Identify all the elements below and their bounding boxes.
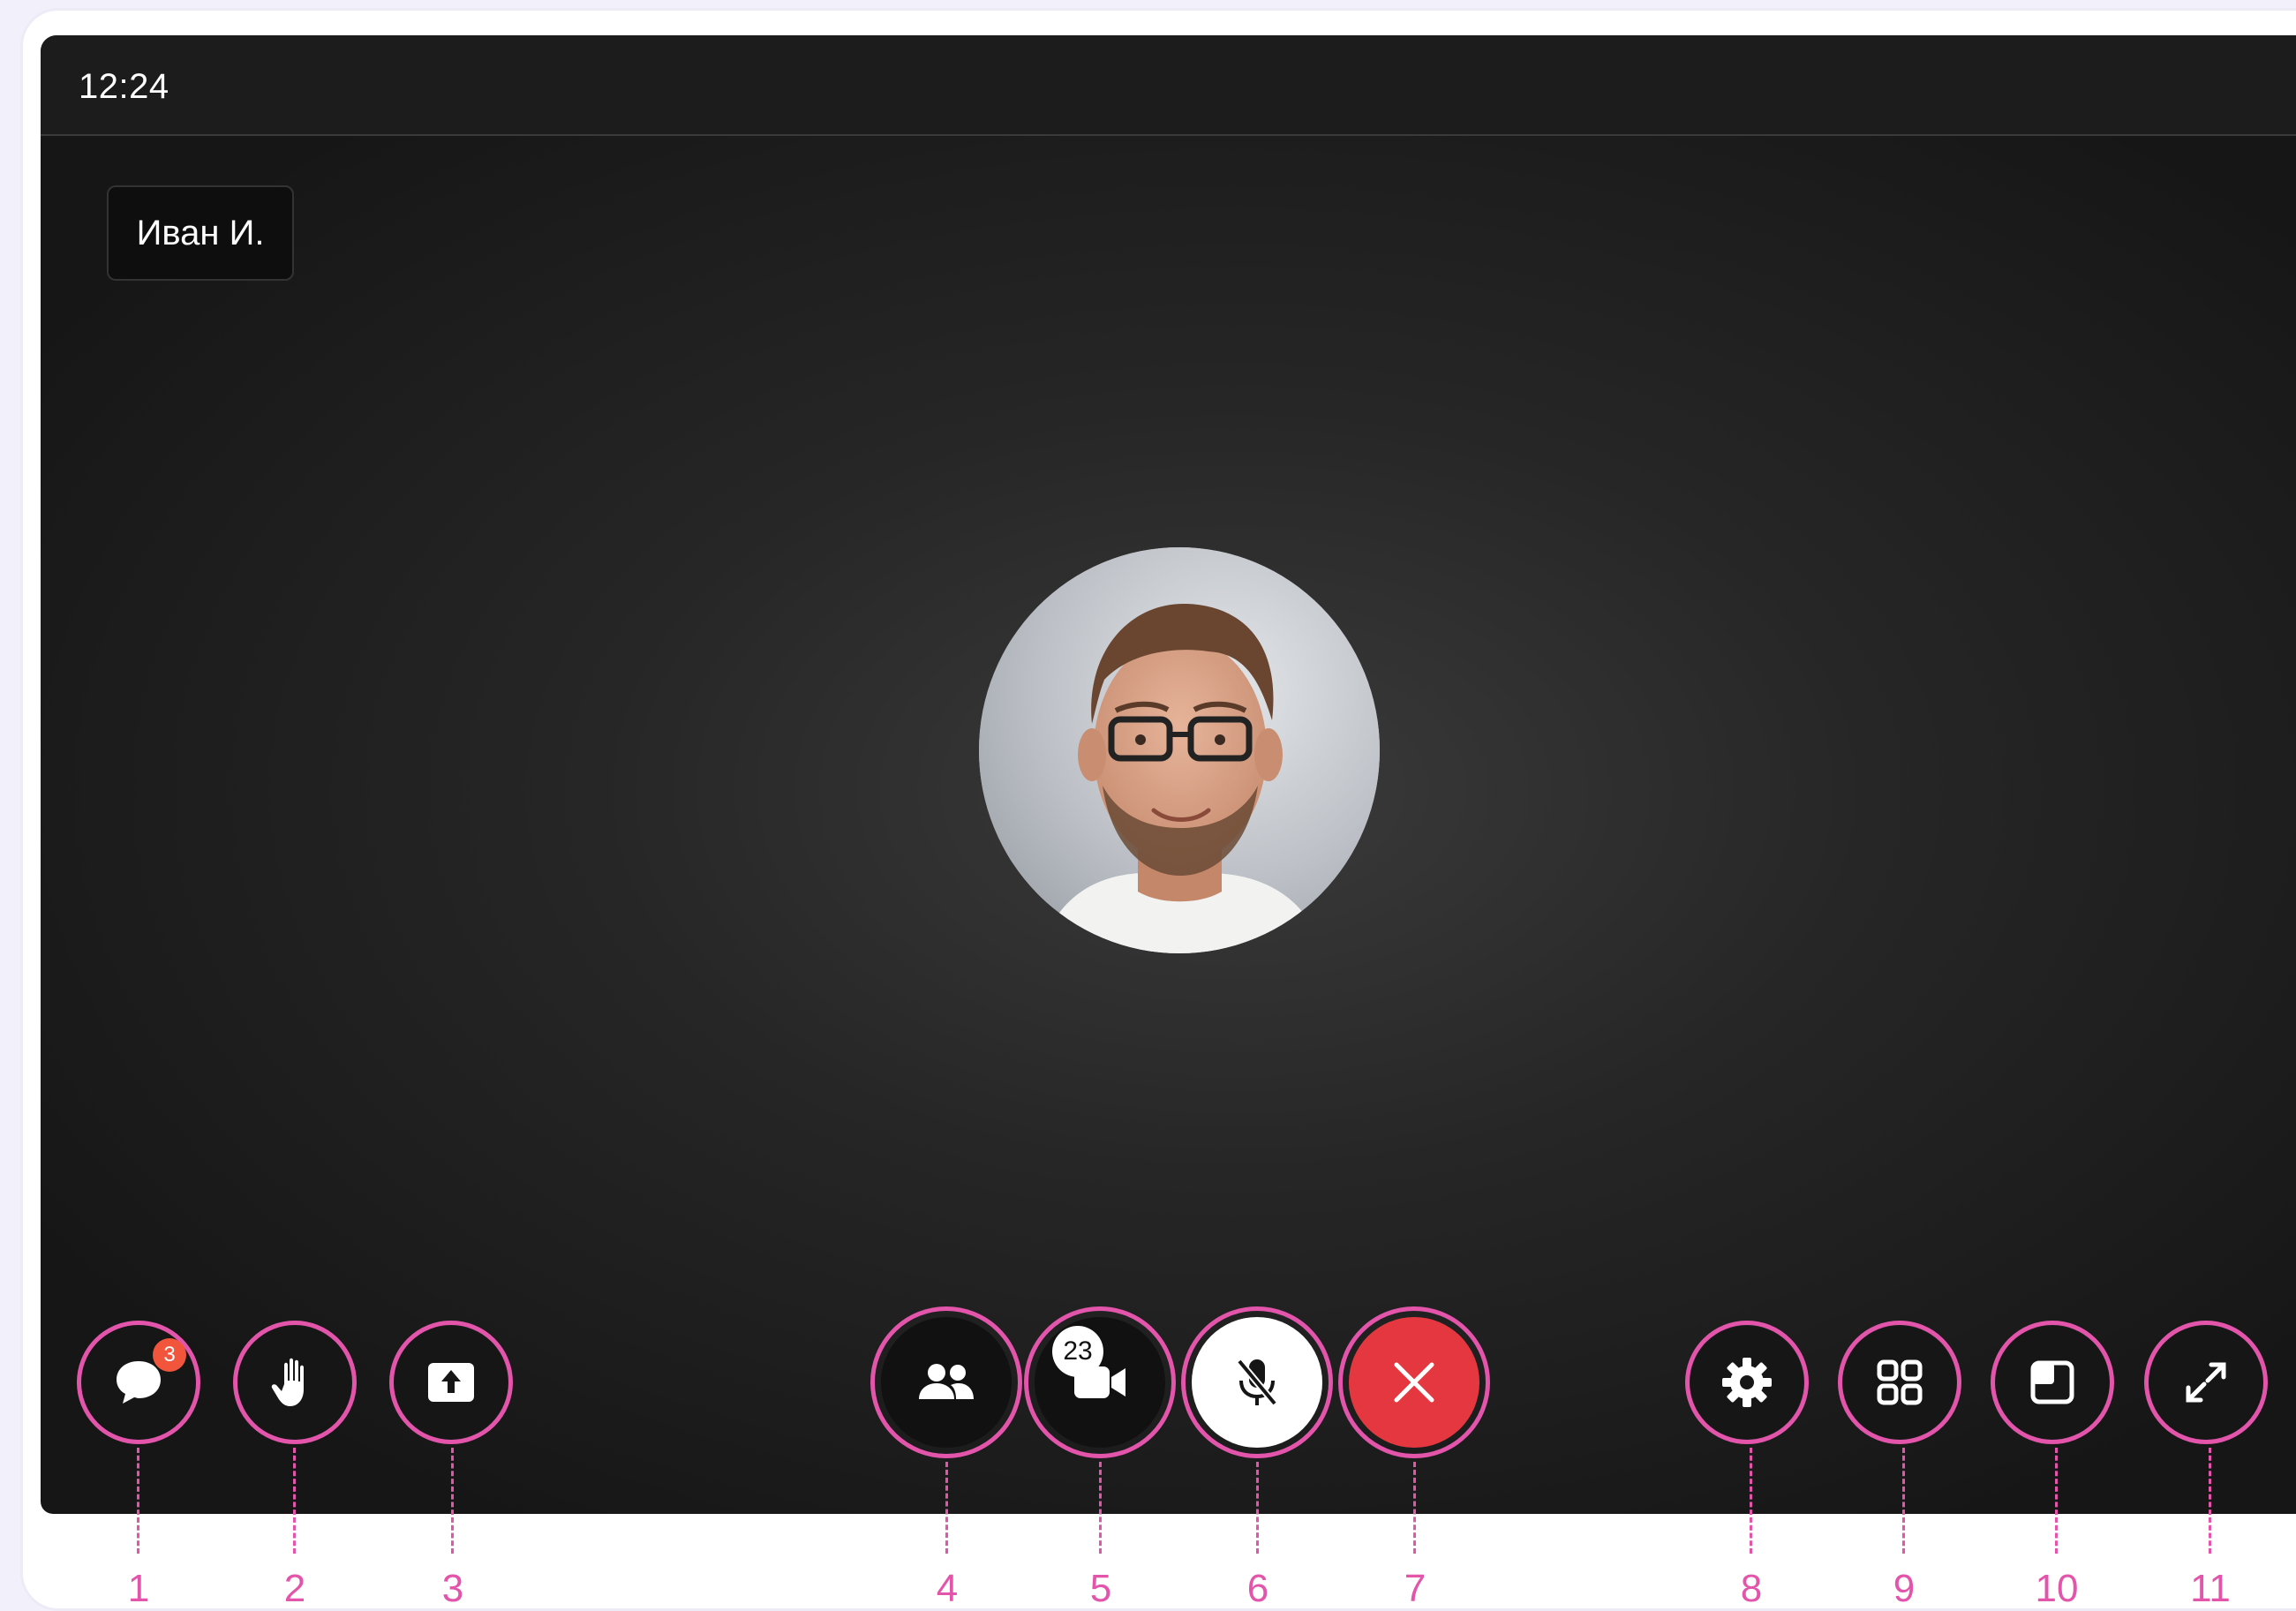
gear-icon: [1722, 1358, 1772, 1407]
hand-icon: [271, 1358, 304, 1406]
chat-unread-badge: 3: [153, 1338, 186, 1372]
callout-leader-9: [1902, 1448, 1905, 1554]
participants-button[interactable]: [881, 1317, 1012, 1448]
video-call-window: 12:24 Иван И. 3 23: [41, 35, 2296, 1514]
callout-leader-8: [1750, 1448, 1752, 1554]
callout-leader-4: [945, 1462, 948, 1554]
layout-grid-button[interactable]: [1843, 1326, 1956, 1439]
callout-number-11: 11: [2190, 1567, 2231, 1610]
end-call-button[interactable]: [1349, 1317, 1479, 1448]
picture-in-picture-button[interactable]: [1996, 1326, 2109, 1439]
callout-number-3: 3: [441, 1567, 464, 1610]
share-screen-button[interactable]: [395, 1326, 508, 1439]
grid-icon: [1877, 1359, 1923, 1405]
callout-leader-3: [451, 1448, 454, 1554]
close-x-icon: [1394, 1362, 1434, 1403]
clock: 12:24: [79, 67, 169, 106]
callout-number-6: 6: [1246, 1567, 1269, 1610]
participant-count-badge: 23: [1052, 1326, 1103, 1377]
participant-name-tag: Иван И.: [107, 185, 294, 281]
microphone-muted-icon: [1236, 1359, 1278, 1406]
callout-leader-6: [1256, 1462, 1259, 1554]
callout-number-2: 2: [283, 1567, 306, 1610]
participant-avatar: [979, 547, 1380, 953]
callout-leader-1: [137, 1448, 139, 1554]
fullscreen-button[interactable]: [2149, 1326, 2262, 1439]
raise-hand-button[interactable]: [238, 1326, 351, 1439]
microphone-button[interactable]: [1192, 1317, 1322, 1448]
expand-icon: [2186, 1362, 2226, 1403]
participants-icon: [919, 1364, 974, 1399]
callout-number-4: 4: [936, 1567, 959, 1610]
callout-number-8: 8: [1740, 1567, 1763, 1610]
callout-leader-5: [1099, 1462, 1102, 1554]
settings-button[interactable]: [1690, 1326, 1803, 1439]
camera-button[interactable]: 23: [1035, 1317, 1165, 1448]
callout-number-9: 9: [1893, 1567, 1916, 1610]
callout-leader-7: [1413, 1462, 1416, 1554]
callout-number-10: 10: [2035, 1567, 2079, 1610]
top-bar: 12:24: [41, 35, 2296, 136]
callout-leader-2: [293, 1448, 296, 1554]
participant-name: Иван И.: [136, 213, 265, 252]
chat-button[interactable]: 3: [82, 1326, 195, 1439]
callout-number-7: 7: [1404, 1567, 1427, 1610]
callout-leader-11: [2209, 1448, 2211, 1554]
share-upload-icon: [428, 1363, 474, 1402]
callout-leader-10: [2055, 1448, 2058, 1554]
avatar-portrait: [979, 547, 1380, 953]
pip-window-icon: [2030, 1360, 2074, 1404]
callout-number-1: 1: [127, 1567, 150, 1610]
callout-number-5: 5: [1089, 1567, 1112, 1610]
